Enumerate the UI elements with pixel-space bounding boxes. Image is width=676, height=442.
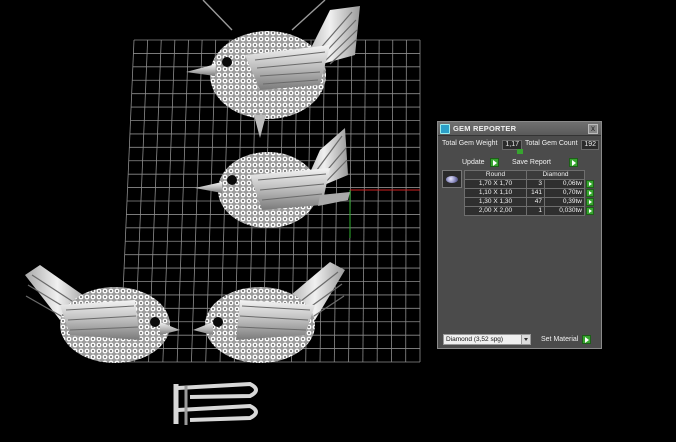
row-select-button[interactable] bbox=[586, 180, 594, 188]
gem-size-cell: 1,70 X 1,70 bbox=[464, 179, 527, 189]
row-select-button[interactable] bbox=[586, 198, 594, 206]
table-row[interactable]: 1,30 X 1,30 47 0,39tw bbox=[464, 197, 595, 207]
table-row[interactable]: 2,00 X 2,00 1 0,030tw bbox=[464, 206, 595, 216]
gem-weight-cell: 0,70tw bbox=[544, 188, 585, 198]
save-report-button[interactable] bbox=[569, 158, 578, 167]
gem-table-area: Round Diamond 1,70 X 1,70 3 0,06tw 1,10 … bbox=[442, 170, 597, 216]
round-gem-icon bbox=[446, 176, 458, 183]
gem-weight-cell: 0,06tw bbox=[544, 179, 585, 189]
3d-viewport[interactable]: GEM REPORTER x Total Gem Weight 1,17 Tot… bbox=[0, 0, 676, 442]
table-row[interactable]: 1,10 X 1,10 141 0,70tw bbox=[464, 188, 595, 198]
gem-reporter-logo-icon bbox=[440, 124, 450, 134]
gem-table: Round Diamond 1,70 X 1,70 3 0,06tw 1,10 … bbox=[464, 170, 595, 216]
material-dropdown[interactable]: Diamond (3,52 spg) bbox=[443, 334, 531, 345]
gem-count-cell: 3 bbox=[526, 179, 545, 189]
column-header-material: Diamond bbox=[526, 170, 585, 180]
close-button[interactable]: x bbox=[588, 124, 598, 134]
gem-reporter-title: GEM REPORTER bbox=[453, 124, 517, 133]
save-report-label: Save Report bbox=[512, 159, 551, 166]
table-row[interactable]: 1,70 X 1,70 3 0,06tw bbox=[464, 179, 595, 189]
bird-pendant[interactable] bbox=[186, 6, 360, 138]
row-select-button[interactable] bbox=[586, 207, 594, 215]
gem-weight-cell: 0,39tw bbox=[544, 197, 585, 207]
total-gem-weight-label: Total Gem Weight bbox=[442, 140, 498, 147]
gem-reporter-titlebar[interactable]: GEM REPORTER x bbox=[438, 122, 601, 136]
gem-count-cell: 1 bbox=[526, 206, 545, 216]
column-header-shape: Round bbox=[464, 170, 527, 180]
bird-earring-left[interactable] bbox=[25, 265, 180, 363]
gem-size-cell: 1,30 X 1,30 bbox=[464, 197, 527, 207]
gem-list-empty-area bbox=[442, 220, 597, 330]
clasp-parts[interactable] bbox=[173, 381, 258, 425]
set-material-label: Set Material bbox=[541, 336, 579, 343]
necklace-chain bbox=[202, 0, 326, 31]
gem-size-cell: 1,10 X 1,10 bbox=[464, 188, 527, 198]
gem-weight-cell: 0,030tw bbox=[544, 206, 585, 216]
total-gem-count-value: 192 bbox=[581, 140, 599, 150]
weight-spinner-icon[interactable] bbox=[517, 149, 523, 154]
row-select-button[interactable] bbox=[586, 189, 594, 197]
gem-swatch[interactable] bbox=[442, 170, 462, 188]
total-gem-count-label: Total Gem Count bbox=[525, 140, 578, 147]
bird-middle[interactable] bbox=[195, 128, 350, 228]
gem-size-cell: 2,00 X 2,00 bbox=[464, 206, 527, 216]
set-material-button[interactable] bbox=[582, 335, 591, 344]
update-button[interactable] bbox=[490, 158, 499, 167]
material-dropdown-value: Diamond (3,52 spg) bbox=[446, 336, 504, 343]
gem-count-cell: 141 bbox=[526, 188, 545, 198]
chevron-down-icon[interactable] bbox=[521, 335, 530, 344]
bird-earring-right[interactable] bbox=[193, 262, 345, 363]
update-label: Update bbox=[462, 159, 485, 166]
gem-reporter-panel: GEM REPORTER x Total Gem Weight 1,17 Tot… bbox=[437, 121, 602, 349]
gem-count-cell: 47 bbox=[526, 197, 545, 207]
